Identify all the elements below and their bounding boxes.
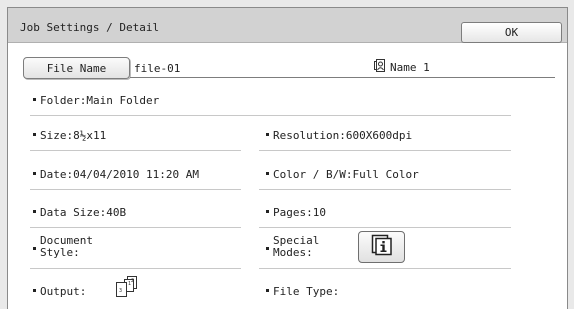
bullet [33, 133, 36, 136]
bullet [266, 289, 269, 292]
bullet [33, 172, 36, 175]
special-modes-info-button[interactable] [358, 231, 405, 263]
info-icon [371, 234, 393, 260]
dialog-frame [7, 7, 568, 309]
divider [259, 268, 511, 269]
pages-label: Pages:10 [273, 206, 326, 219]
file-name-underline [130, 77, 555, 78]
svg-text:2: 2 [131, 278, 134, 284]
divider [259, 150, 511, 151]
user-icon [374, 59, 387, 75]
date-label: Date:04/04/2010 11:20 AM [40, 168, 199, 181]
folder-info: Folder:Main Folder [33, 94, 159, 107]
bullet [33, 247, 36, 250]
special-modes-line2: Modes: [273, 246, 313, 259]
color-label: Color / B/W:Full Color [273, 168, 419, 181]
divider [30, 268, 241, 269]
file-name-button[interactable]: File Name [23, 57, 130, 79]
svg-text:3: 3 [119, 288, 122, 294]
color-info: Color / B/W:Full Color [266, 168, 419, 181]
divider [30, 150, 241, 151]
data-size-info: Data Size:40B [33, 206, 126, 219]
special-modes-info: Special Modes: [266, 235, 319, 259]
data-size-label: Data Size:40B [40, 206, 127, 219]
bullet [266, 133, 269, 136]
divider [30, 115, 511, 116]
user-name: Name 1 [374, 59, 430, 75]
output-info: Output: [33, 285, 86, 298]
bullet [33, 210, 36, 213]
date-info: Date:04/04/2010 11:20 AM [33, 168, 199, 181]
file-type-label: File Type: [273, 285, 340, 298]
divider [30, 227, 241, 228]
ok-button[interactable]: OK [461, 22, 562, 43]
size-info: Size:8½x11 [33, 129, 106, 142]
divider [30, 189, 241, 190]
document-style-line2: Style: [40, 246, 80, 259]
divider [259, 227, 511, 228]
folder-label: Folder:Main Folder [40, 94, 160, 107]
document-style-info: Document Style: [33, 235, 93, 259]
bullet [266, 172, 269, 175]
document-style-label: Document Style: [40, 235, 93, 259]
file-type-info: File Type: [266, 285, 339, 298]
output-label: Output: [40, 285, 87, 298]
sort-output-icon: 1 3 2 [114, 276, 142, 302]
bullet [33, 289, 36, 292]
user-name-label: Name 1 [390, 60, 430, 74]
dialog-title: Job Settings / Detail [20, 21, 160, 34]
bullet [33, 98, 36, 101]
file-name-value: file-01 [134, 62, 181, 75]
size-label: Size:8½x11 [40, 129, 107, 142]
divider [259, 189, 511, 190]
resolution-info: Resolution:600X600dpi [266, 129, 412, 142]
resolution-label: Resolution:600X600dpi [273, 129, 413, 142]
pages-info: Pages:10 [266, 206, 326, 219]
bullet [266, 210, 269, 213]
bullet [266, 247, 269, 250]
special-modes-label: Special Modes: [273, 235, 319, 259]
